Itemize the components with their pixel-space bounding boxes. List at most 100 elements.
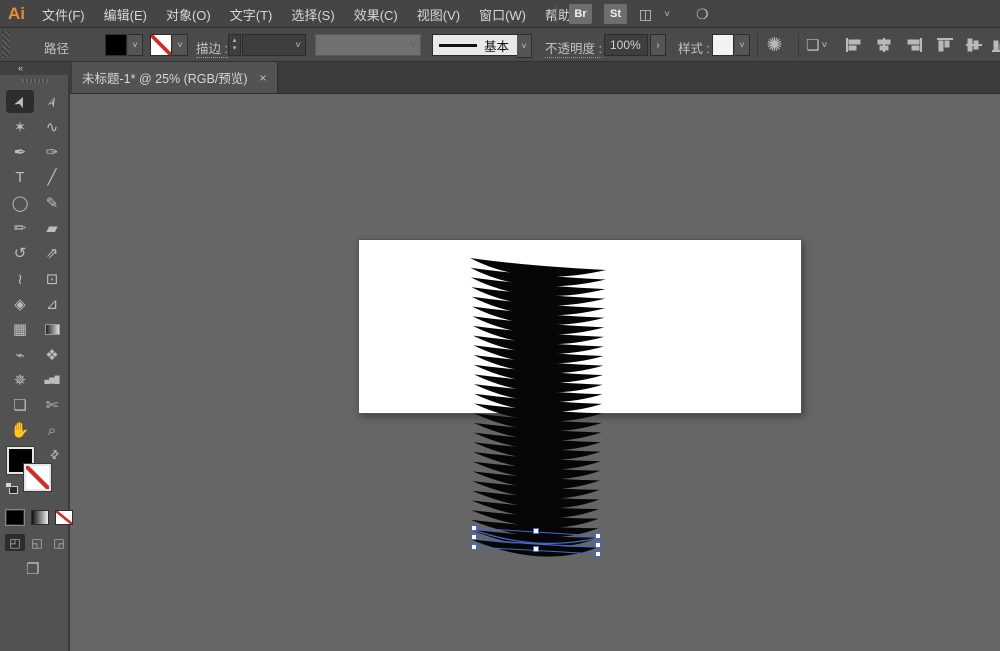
recolor-artwork-icon[interactable]: ✺	[764, 35, 785, 56]
menu-item-3[interactable]: 文字(T)	[230, 5, 273, 24]
stroke-color-indicator[interactable]	[24, 464, 51, 491]
artwork-layer	[70, 94, 1000, 651]
stroke-weight-stepper[interactable]: ▴ ▾	[228, 34, 241, 56]
menu-item-0[interactable]: 文件(F)	[42, 5, 85, 24]
align-left-button[interactable]	[845, 37, 863, 53]
symbol-sprayer-tool[interactable]: ✵	[6, 368, 34, 391]
color-mode-button[interactable]	[6, 510, 24, 525]
width-tool[interactable]: ≀	[6, 267, 34, 290]
none-mode-button[interactable]	[55, 510, 73, 525]
hand-tool-icon: ✋	[11, 421, 30, 439]
lasso-tool-icon: ∿	[46, 118, 59, 136]
default-fill-stroke-icon[interactable]	[5, 482, 18, 494]
rotate-tool[interactable]: ↺	[6, 242, 34, 265]
chevron-down-icon: ˅	[821, 40, 827, 51]
brush-definition-dropdown[interactable]: 基本	[432, 34, 518, 56]
chevron-down-icon: ˅	[295, 40, 301, 51]
context-label: 路径	[44, 38, 69, 57]
style-label: 样式 :	[678, 38, 710, 57]
collapse-panel-button[interactable]: «	[0, 62, 70, 75]
opacity-label[interactable]: 不透明度 :	[545, 38, 602, 58]
lasso-tool[interactable]: ∿	[38, 115, 66, 138]
artboard-tool[interactable]: ❏	[6, 394, 34, 417]
ellipse-tool-icon: ◯	[12, 194, 29, 212]
menu-separator	[556, 5, 557, 23]
gradient-mode-button[interactable]	[31, 510, 49, 525]
opacity-input[interactable]: 100%	[604, 34, 648, 56]
chevron-down-icon: ˅	[410, 40, 416, 51]
chevron-down-icon: ˅	[132, 40, 137, 50]
document-icon: ❏	[806, 36, 819, 54]
chevron-down-icon[interactable]: ˅	[664, 9, 670, 20]
draw-inside-button[interactable]: ◲	[49, 534, 69, 551]
blend-object[interactable]	[470, 258, 606, 557]
free-transform-tool[interactable]: ⊡	[38, 267, 66, 290]
ellipse-tool[interactable]: ◯	[6, 191, 34, 214]
stroke-color-swatch-none[interactable]	[150, 34, 172, 56]
close-icon[interactable]: ×	[260, 71, 267, 85]
paintbrush-tool[interactable]: ✎	[38, 191, 66, 214]
align-vcenter-button[interactable]	[965, 37, 983, 53]
line-segment-tool[interactable]: ╱	[38, 166, 66, 189]
stroke-chevron-button[interactable]: ˅	[173, 34, 188, 56]
opacity-more-button[interactable]: ›	[650, 34, 666, 56]
menu-item-4[interactable]: 选择(S)	[291, 5, 334, 24]
document-tab[interactable]: 未标题-1* @ 25% (RGB/预览) ×	[72, 62, 278, 93]
align-top-button[interactable]	[936, 37, 954, 53]
align-to-selection-button[interactable]: ❏ ˅	[806, 36, 827, 54]
menu-item-5[interactable]: 效果(C)	[354, 5, 398, 24]
chevron-down-icon: ˅	[521, 41, 526, 51]
stroke-weight-dropdown[interactable]: ˅	[242, 34, 306, 56]
bridge-button[interactable]: Br	[569, 4, 592, 24]
selection-tool[interactable]: ➤	[6, 90, 34, 113]
selection-handle	[596, 534, 601, 539]
workspace-switcher-icon[interactable]: ◫	[639, 6, 652, 23]
control-bar-grip[interactable]	[2, 31, 10, 58]
style-chevron-button[interactable]: ˅	[735, 34, 750, 56]
fill-color-swatch[interactable]	[105, 34, 127, 56]
menu-items: 文件(F) 编辑(E) 对象(O) 文字(T) 选择(S) 效果(C) 视图(V) 窗口(W)…	[42, 0, 589, 28]
gpu-performance-icon[interactable]: ❍	[696, 6, 709, 23]
gradient-tool[interactable]	[38, 318, 66, 341]
symbol-sprayer-tool-icon: ✵	[14, 371, 27, 389]
shape-builder-tool[interactable]: ◈	[6, 292, 34, 315]
mesh-tool[interactable]: ▦	[6, 318, 34, 341]
document-canvas[interactable]	[70, 94, 1000, 651]
perspective-grid-tool[interactable]: ⊿	[38, 292, 66, 315]
menu-item-1[interactable]: 编辑(E)	[104, 5, 147, 24]
slice-tool[interactable]: ✄	[38, 394, 66, 417]
eraser-tool[interactable]: ▰	[38, 217, 66, 240]
align-bottom-button[interactable]	[991, 37, 1000, 53]
style-swatch[interactable]	[712, 34, 734, 56]
swap-fill-stroke-icon[interactable]: ⇄	[47, 447, 63, 463]
stroke-weight-label[interactable]: 描边 :	[196, 38, 228, 58]
panel-grip[interactable]	[22, 79, 48, 83]
align-right-button[interactable]	[905, 37, 923, 53]
stepper-down-icon[interactable]: ▾	[233, 45, 237, 53]
magic-wand-tool[interactable]: ✶	[6, 115, 34, 138]
menu-bar: Ai 文件(F)编辑(E)对象(O)文字(T)选择(S)效果(C)视图(V)窗口…	[0, 0, 1000, 28]
menu-item-7[interactable]: 窗口(W)	[479, 5, 526, 24]
stepper-up-icon[interactable]: ▴	[233, 37, 237, 45]
shaper-pencil-tool[interactable]: ✏	[6, 217, 34, 240]
screen-mode-icon[interactable]: ❐	[26, 560, 39, 578]
direct-selection-tool[interactable]: ➢	[38, 90, 66, 113]
stock-button[interactable]: St	[604, 4, 627, 24]
pen-tool[interactable]: ✒	[6, 141, 34, 164]
column-graph-tool[interactable]: ▄▆█	[38, 368, 66, 391]
blend-tool[interactable]: ❖	[38, 343, 66, 366]
draw-behind-button[interactable]: ◱	[27, 534, 47, 551]
align-hcenter-button[interactable]	[875, 37, 893, 53]
menu-item-6[interactable]: 视图(V)	[417, 5, 460, 24]
brush-chevron-button[interactable]: ˅	[517, 34, 532, 58]
type-tool[interactable]: T	[6, 166, 34, 189]
zoom-tool[interactable]: ⌕	[38, 419, 66, 442]
curvature-tool[interactable]: ✑	[38, 141, 66, 164]
scale-tool[interactable]: ⇗	[38, 242, 66, 265]
selection-handle	[472, 535, 477, 540]
hand-tool[interactable]: ✋	[6, 419, 34, 442]
eyedropper-tool[interactable]: ⌁	[6, 343, 34, 366]
menu-item-2[interactable]: 对象(O)	[166, 5, 211, 24]
draw-normal-button[interactable]: ◰	[5, 534, 25, 551]
fill-chevron-button[interactable]: ˅	[128, 34, 143, 56]
